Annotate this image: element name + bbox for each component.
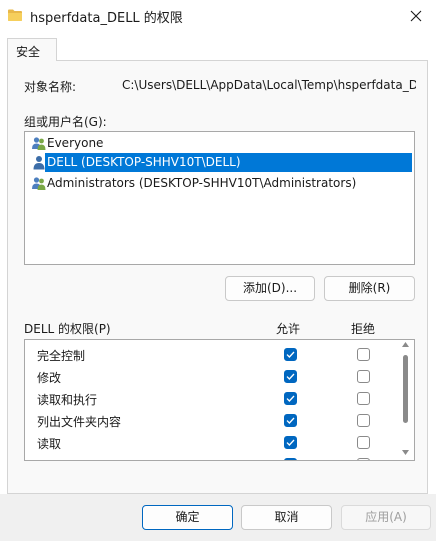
allow-checkbox[interactable] xyxy=(284,392,297,405)
deny-checkbox[interactable] xyxy=(357,458,370,460)
permission-row: 完全控制 xyxy=(25,343,395,365)
cancel-button[interactable]: 取消 xyxy=(241,505,332,530)
permissions-label: DELL 的权限(P) xyxy=(24,322,111,336)
permission-row: 写入 xyxy=(25,453,395,461)
tab-security[interactable]: 安全 xyxy=(7,38,57,61)
group-list-label: 组或用户名(G): xyxy=(24,115,107,129)
deny-checkbox[interactable] xyxy=(357,392,370,405)
deny-checkbox[interactable] xyxy=(357,436,370,449)
check-icon xyxy=(285,459,296,461)
allow-checkbox[interactable] xyxy=(284,348,297,361)
scroll-thumb[interactable] xyxy=(403,355,408,423)
apply-button[interactable]: 应用(A) xyxy=(341,505,431,530)
group-item-label: Everyone xyxy=(47,136,104,150)
group-item-everyone[interactable]: Everyone xyxy=(27,134,412,153)
deny-header: 拒绝 xyxy=(351,322,376,336)
window-title: hsperfdata_DELL 的权限 xyxy=(30,11,183,26)
allow-checkbox[interactable] xyxy=(284,414,297,427)
permission-row: 读取 xyxy=(25,431,395,453)
close-icon xyxy=(410,10,422,21)
check-icon xyxy=(286,417,295,424)
tab-label: 安全 xyxy=(16,45,41,59)
group-icon xyxy=(32,177,46,190)
check-icon xyxy=(286,395,295,402)
allow-checkbox[interactable] xyxy=(284,458,297,461)
check-icon xyxy=(286,439,295,446)
group-item-label: DELL (DESKTOP-SHHV10T\DELL) xyxy=(47,155,241,169)
permission-name: 写入 xyxy=(37,457,61,460)
permission-name: 修改 xyxy=(37,371,62,385)
permission-name: 列出文件夹内容 xyxy=(37,415,122,429)
deny-checkbox[interactable] xyxy=(357,414,370,427)
permission-row: 列出文件夹内容 xyxy=(25,409,395,431)
scroll-down-icon[interactable] xyxy=(402,450,409,455)
permission-row: 修改 xyxy=(25,365,395,387)
deny-checkbox[interactable] xyxy=(357,370,370,383)
close-button[interactable] xyxy=(398,1,434,30)
permission-name: 读取 xyxy=(37,437,62,451)
deny-checkbox[interactable] xyxy=(357,348,370,361)
group-item-label: Administrators (DESKTOP-SHHV10T\Administ… xyxy=(47,176,357,190)
permission-row: 读取和执行 xyxy=(25,387,395,409)
object-name-value: C:\Users\DELL\AppData\Local\Temp\hsperfd… xyxy=(122,78,416,92)
permission-name: 完全控制 xyxy=(37,349,86,363)
allow-checkbox[interactable] xyxy=(284,370,297,383)
group-icon xyxy=(32,137,46,150)
allow-header: 允许 xyxy=(276,322,301,336)
check-icon xyxy=(286,373,295,380)
permission-name: 读取和执行 xyxy=(37,393,98,407)
remove-button[interactable]: 删除(R) xyxy=(324,276,415,301)
allow-checkbox[interactable] xyxy=(284,436,297,449)
object-name-label: 对象名称: xyxy=(24,80,77,94)
permissions-list[interactable]: 完全控制修改读取和执行列出文件夹内容读取写入 xyxy=(24,339,415,461)
folder-icon xyxy=(8,9,22,21)
add-button[interactable]: 添加(D)... xyxy=(225,276,315,301)
ok-button[interactable]: 确定 xyxy=(142,505,233,530)
group-list[interactable]: Everyone DELL (DESKTOP-SHHV10T\DELL) Adm… xyxy=(24,131,415,265)
group-item-administrators[interactable]: Administrators (DESKTOP-SHHV10T\Administ… xyxy=(27,174,412,193)
group-item-dell[interactable]: DELL (DESKTOP-SHHV10T\DELL) xyxy=(45,153,412,172)
check-icon xyxy=(286,351,295,358)
scroll-up-icon[interactable] xyxy=(402,342,409,347)
